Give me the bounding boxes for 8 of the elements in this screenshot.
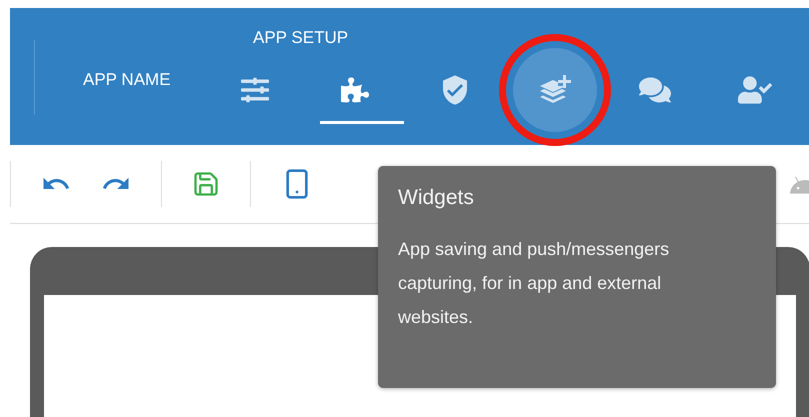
sliders-icon [241, 76, 269, 104]
tooltip-text: App saving and push/messengers capturing, for in app and external websites. [398, 238, 670, 329]
tooltip-title: Widgets [398, 186, 475, 210]
app-name: APP NAME [82, 69, 172, 91]
layers-icon [513, 48, 597, 132]
save-icon[interactable] [192, 170, 220, 198]
section-title: APP SETUP [253, 28, 348, 48]
puzzle-icon [341, 76, 369, 104]
